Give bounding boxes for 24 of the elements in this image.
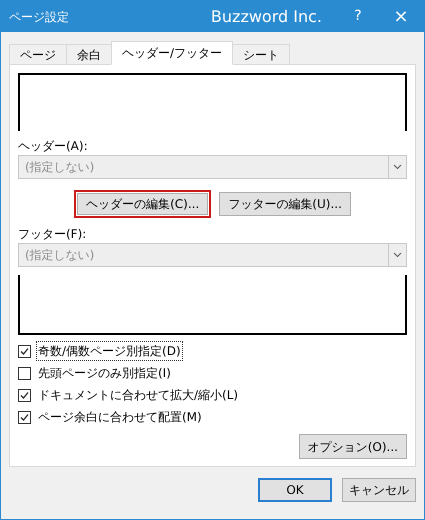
options-button[interactable]: オプション(O)... (298, 434, 407, 459)
checkbox[interactable] (18, 344, 31, 358)
checkbox-label[interactable]: 先頭ページのみ別指定(I) (37, 364, 172, 382)
dropdown-value: (指定しない) (24, 247, 96, 264)
checkbox[interactable] (18, 388, 31, 402)
dropdown-value: (指定しない) (24, 159, 96, 176)
checkbox[interactable] (18, 410, 31, 424)
help-button[interactable]: ? (346, 6, 370, 27)
checkbox[interactable] (18, 366, 31, 380)
brand-name: Buzzword Inc. (210, 6, 322, 28)
checkbox-label[interactable]: ページ余白に合わせて配置(M) (37, 408, 203, 426)
header-label: ヘッダー(A): (18, 138, 89, 155)
tab[interactable]: ページ (9, 44, 67, 65)
window-title: ページ設定 (8, 8, 70, 26)
checkbox-label[interactable]: ドキュメントに合わせて拡大/縮小(L) (37, 386, 240, 404)
tab[interactable]: シート (232, 44, 290, 65)
close-button[interactable]: × (386, 3, 416, 30)
checkbox-label[interactable]: 奇数/偶数ページ別指定(D) (37, 342, 182, 360)
dialog-button[interactable]: キャンセル (342, 478, 416, 502)
tab[interactable]: ヘッダー/フッター (111, 41, 234, 65)
footer-label: フッター(F): (18, 226, 88, 243)
edit-button[interactable]: フッターの編集(U)... (219, 192, 351, 216)
edit-button[interactable]: ヘッダーの編集(C)... (74, 190, 212, 218)
dialog-button[interactable]: OK (258, 478, 332, 502)
